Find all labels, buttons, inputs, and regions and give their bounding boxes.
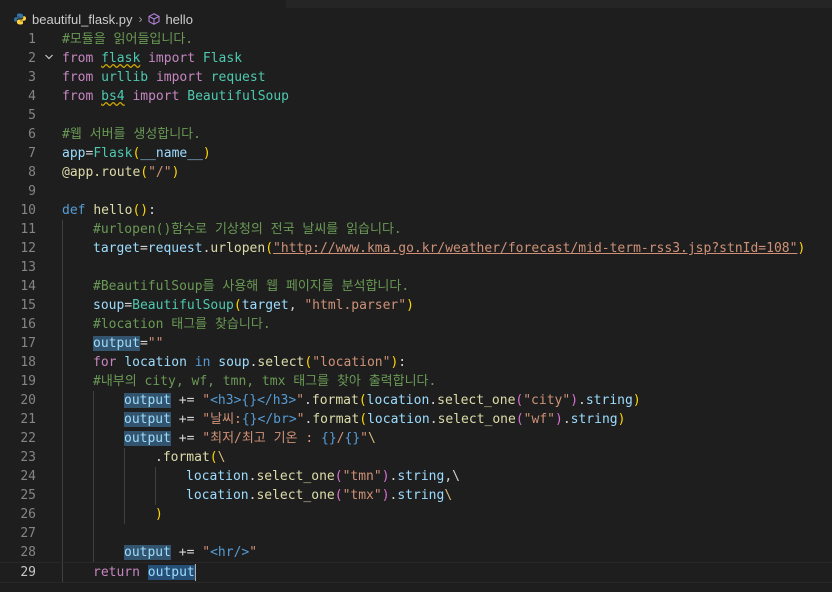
breadcrumb: beautiful_flask.py › hello <box>0 8 832 30</box>
comment: #location 태그를 찾습니다. <box>93 317 271 332</box>
line-number: 19 <box>20 374 36 389</box>
module-name-warning: flask <box>101 51 141 66</box>
line-number: 5 <box>28 108 36 123</box>
code-line[interactable]: 18 for location in soup.select("location… <box>0 353 832 372</box>
line-number: 3 <box>28 70 36 85</box>
comment: #urlopen()함수로 기상청의 전국 날씨를 읽습니다. <box>93 222 402 237</box>
breadcrumb-file[interactable]: beautiful_flask.py <box>32 12 132 27</box>
output-highlight: output <box>93 336 140 351</box>
line-number: 29 <box>20 565 36 580</box>
python-file-icon <box>14 13 26 25</box>
code-line[interactable]: 28 output += "<hr/>" <box>0 543 832 562</box>
comment: #모듈을 읽어들입니다. <box>62 32 194 47</box>
comment: #BeautifulSoup를 사용해 웹 페이지를 분석합니다. <box>93 279 410 294</box>
output-highlight: output <box>124 431 171 446</box>
line-number: 16 <box>20 317 36 332</box>
code-line[interactable]: 25 location.select_one("tmx").string\ <box>0 486 832 505</box>
code-line[interactable]: 22 output += "최저/최고 기온 : {}/{}"\ <box>0 429 832 448</box>
line-number: 28 <box>20 545 36 560</box>
line-number: 21 <box>20 412 36 427</box>
line-number: 20 <box>20 393 36 408</box>
line-number: 24 <box>20 469 36 484</box>
code-line[interactable]: 11 #urlopen()함수로 기상청의 전국 날씨를 읽습니다. <box>0 220 832 239</box>
code-line[interactable]: 19 #내부의 city, wf, tmn, tmx 태그를 찾아 출력합니다. <box>0 372 832 391</box>
url-string[interactable]: "http://www.kma.go.kr/weather/forecast/m… <box>273 241 797 256</box>
code-line[interactable]: 4 from bs4 import BeautifulSoup <box>0 87 832 106</box>
line-number: 2 <box>28 51 36 66</box>
line-number: 7 <box>28 146 36 161</box>
line-number: 26 <box>20 507 36 522</box>
code-line[interactable]: 12 target=request.urlopen("http://www.km… <box>0 239 832 258</box>
module-name-warning: bs4 <box>101 89 125 104</box>
line-number: 14 <box>20 279 36 294</box>
code-line[interactable]: 21 output += "날씨:{}</br>".format(locatio… <box>0 410 832 429</box>
code-line[interactable]: 26 ) <box>0 505 832 524</box>
output-selection: output <box>147 565 195 580</box>
output-highlight: output <box>124 545 171 560</box>
line-number: 9 <box>28 184 36 199</box>
line-number: 11 <box>20 222 36 237</box>
code-line[interactable]: 5 <box>0 106 832 125</box>
line-number: 12 <box>20 241 36 256</box>
line-number: 18 <box>20 355 36 370</box>
active-tab[interactable] <box>0 0 286 8</box>
code-line[interactable]: 6 #웹 서버를 생성합니다. <box>0 125 832 144</box>
line-number: 8 <box>28 165 36 180</box>
tab-strip <box>0 0 832 8</box>
line-number: 25 <box>20 488 36 503</box>
code-line[interactable]: 10 def hello(): <box>0 201 832 220</box>
breadcrumb-symbol[interactable]: hello <box>165 12 192 27</box>
method-cube-icon <box>148 13 161 25</box>
line-number: 10 <box>20 203 36 218</box>
code-line[interactable]: 20 output += "<h3>{}</h3>".format(locati… <box>0 391 832 410</box>
code-line[interactable]: 2 from flask import Flask <box>0 49 832 68</box>
text-cursor <box>194 564 196 581</box>
line-number: 27 <box>20 526 36 541</box>
code-line[interactable]: 27 <box>0 524 832 543</box>
line-number: 22 <box>20 431 36 446</box>
current-code-line[interactable]: 29 return output <box>0 562 832 583</box>
output-highlight: output <box>124 412 171 427</box>
code-line[interactable]: 14 #BeautifulSoup를 사용해 웹 페이지를 분석합니다. <box>0 277 832 296</box>
code-line[interactable]: 3 from urllib import request <box>0 68 832 87</box>
code-line[interactable]: 17 output="" <box>0 334 832 353</box>
code-line[interactable]: 24 location.select_one("tmn").string,\ <box>0 467 832 486</box>
line-number: 13 <box>20 260 36 275</box>
line-number: 17 <box>20 336 36 351</box>
code-line[interactable]: 7 app=Flask(__name__) <box>0 144 832 163</box>
code-line[interactable]: 9 <box>0 182 832 201</box>
line-number: 15 <box>20 298 36 313</box>
code-line[interactable]: 13 <box>0 258 832 277</box>
line-number: 6 <box>28 127 36 142</box>
comment: #내부의 city, wf, tmn, tmx 태그를 찾아 출력합니다. <box>93 374 437 389</box>
line-number: 23 <box>20 450 36 465</box>
code-line[interactable]: 15 soup=BeautifulSoup(target, "html.pars… <box>0 296 832 315</box>
comment: #웹 서버를 생성합니다. <box>62 127 201 142</box>
chevron-right-icon: › <box>138 12 143 26</box>
code-line[interactable]: 16 #location 태그를 찾습니다. <box>0 315 832 334</box>
code-line[interactable]: 23 .format(\ <box>0 448 832 467</box>
line-number: 4 <box>28 89 36 104</box>
line-number: 1 <box>28 32 36 47</box>
output-highlight: output <box>124 393 171 408</box>
code-editor[interactable]: 1 #모듈을 읽어들입니다. 2 from flask import Flask… <box>0 30 832 583</box>
code-line[interactable]: 8 @app.route("/") <box>0 163 832 182</box>
fold-chevron-down-icon[interactable] <box>36 49 62 68</box>
code-line[interactable]: 1 #모듈을 읽어들입니다. <box>0 30 832 49</box>
